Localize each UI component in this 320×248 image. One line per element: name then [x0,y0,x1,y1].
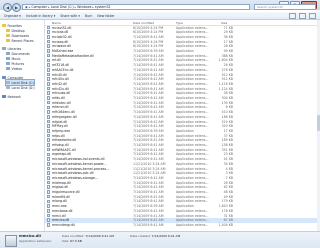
file-type: Application extens... [176,222,209,227]
new-folder-button[interactable]: New folder [97,14,114,18]
dll-file-icon [47,223,51,227]
dll-file-icon [5,235,17,247]
navigation-pane: Favorites Desktop Downloads Recent Places Li… [0,20,45,231]
nav-item-label: Downloads [11,33,30,38]
nav-item-label: Recent Places [11,38,34,43]
details-size: Size: 67.0 KB [62,239,82,243]
details-date-created-value: 7/14/2009 6:41 AM [151,234,181,238]
breadcrumb-chevron-icon: ▸ [48,5,50,9]
preview-pane-icon[interactable] [299,12,306,19]
network-icon [2,94,6,99]
folder-icon [6,28,10,33]
include-in-library-menu[interactable]: Include in library ▾ [26,14,55,18]
breadcrumb-chevron-icon: ▸ [92,5,94,9]
help-icon[interactable] [309,12,316,19]
details-file-type: Application extension [19,239,52,243]
file-row[interactable]: mmcndmgr.dll 7/14/2009 6:41 AM Application… [45,222,317,227]
nav-item-label: Local Disk (C:) [11,80,35,85]
file-name: mmcndmgr.dll [52,222,75,227]
details-size-value: 67.0 KB [70,239,82,243]
star-icon [2,23,6,28]
back-arrow-icon[interactable]: ◀ [3,3,12,12]
address-bar[interactable]: ▣ ▸ Computer ▸ Local Disk (C:) ▸ Windows… [22,4,250,10]
nav-item-label: Pictures [11,61,25,66]
nav-item-local-disk-d[interactable]: Local Disk (D:) [6,85,35,90]
share-with-menu[interactable]: Share with ▾ [60,14,80,18]
file-list: Name Date modified Type Size mciavi32.dl… [45,20,317,231]
burn-button[interactable]: Burn [85,14,92,18]
nav-item-recent-places[interactable]: Recent Places [6,38,34,43]
computer-icon: ▣ [25,5,28,9]
library-icon [2,46,6,51]
nav-item-label: Libraries [7,46,22,51]
breadcrumb-windows[interactable]: Windows [77,5,91,9]
breadcrumb-system32[interactable]: system32 [95,5,111,9]
details-file-name: mmcico.dll [19,234,41,238]
forward-arrow-icon[interactable]: ▶ [12,3,21,12]
nav-item-videos[interactable]: Videos [6,66,22,71]
details-date-modified: Date modified: 7/14/2009 6:41 AM [62,234,114,238]
drive-icon [6,85,10,90]
breadcrumb-computer[interactable]: Computer [31,5,47,9]
folder-icon [6,38,10,43]
details-date-modified-label: Date modified: [62,234,85,238]
nav-item-label: Music [11,56,21,61]
nav-item-label: Favorites [7,23,22,28]
details-date-modified-value: 7/14/2009 6:41 AM [85,234,114,238]
explorer-window: – ▢ ✕ ◀ ▶ ▣ ▸ Computer ▸ Local Disk (C:)… [0,0,320,248]
nav-item-label: Videos [11,66,23,71]
nav-item-label: Desktop [11,28,25,33]
view-options-icon[interactable] [289,12,296,19]
folder-icon [6,33,10,38]
library-icon [6,66,10,71]
nav-item-label: Computer [7,75,24,80]
breadcrumb-chevron-icon: ▸ [74,5,77,9]
library-icon [6,61,10,66]
nav-item-label: Documents [11,51,30,56]
command-toolbar: Organize ▾ Include in library ▾ Share wi… [0,12,320,20]
details-pane: mmcico.dll Application extension Date mo… [0,231,320,248]
drive-icon [6,80,10,85]
details-date-created: Date created: 7/14/2009 6:41 AM [130,234,180,238]
nav-item-network[interactable]: Network [2,94,21,99]
nav-item-label: Network [7,94,21,99]
library-icon [6,51,10,56]
navigation-row: ◀ ▶ ▣ ▸ Computer ▸ Local Disk (C:) ▸ Win… [0,3,320,12]
details-size-label: Size: [62,239,70,243]
library-icon [6,56,10,61]
details-date-created-label: Date created: [130,234,151,238]
breadcrumb-local-disk[interactable]: Local Disk (C:) [51,5,74,9]
file-date-modified: 7/14/2009 6:41 AM [133,222,164,227]
computer-icon [2,75,6,80]
organize-menu[interactable]: Organize ▾ [4,14,21,18]
nav-item-label: Local Disk (D:) [11,85,35,90]
file-size: 1,404 KB [218,222,233,227]
scrollbar-thumb[interactable] [317,115,320,131]
search-input[interactable]: Search system32 [254,4,316,10]
breadcrumb-chevron-icon: ▸ [28,5,31,9]
